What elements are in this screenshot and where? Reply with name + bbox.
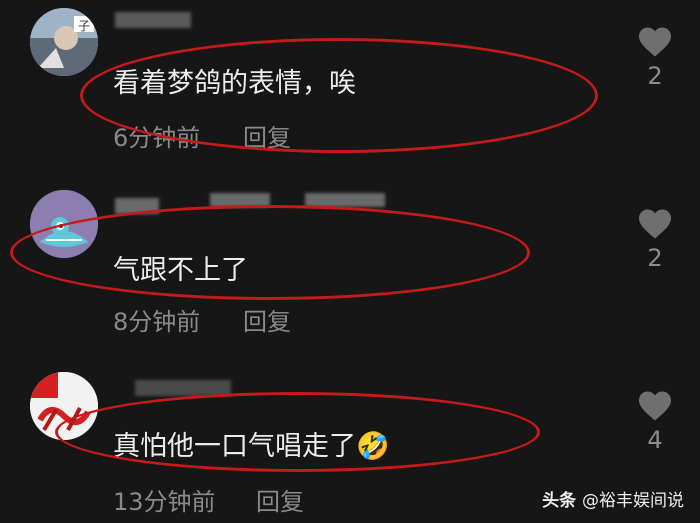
reply-button[interactable]: 回复 (256, 482, 304, 517)
reply-button[interactable]: 回复 (243, 302, 291, 337)
comment-time: 13分钟前 (113, 488, 216, 516)
comment-text: 气跟不上了 (113, 255, 248, 286)
watermark-platform: 头条 (542, 491, 577, 511)
like-button[interactable]: 4 (633, 390, 677, 454)
watermark-account: @裕丰娱间说 (582, 491, 684, 511)
laughing-emoji-icon: 🤣 (356, 431, 390, 462)
avatar[interactable] (30, 190, 98, 258)
heart-icon (639, 27, 671, 57)
username-blurred (135, 380, 231, 396)
username-blurred (210, 193, 270, 207)
username-blurred (115, 198, 159, 214)
avatar[interactable] (30, 372, 98, 440)
comment-text: 看着梦鸽的表情，唉 (113, 68, 356, 99)
like-count: 4 (647, 426, 663, 454)
username-blurred (305, 193, 385, 207)
like-button[interactable]: 2 (633, 26, 677, 90)
comment-text-body: 真怕他一口气唱走了 (113, 431, 356, 462)
avatar[interactable]: 子 (30, 8, 98, 76)
heart-icon (639, 209, 671, 239)
heart-icon (639, 391, 671, 421)
comment-text: 真怕他一口气唱走了🤣 (113, 424, 390, 463)
comment-time: 8分钟前 (113, 308, 201, 336)
like-count: 2 (647, 244, 663, 272)
reply-button[interactable]: 回复 (243, 118, 291, 153)
svg-text:子: 子 (78, 19, 90, 33)
watermark: 头条 @裕丰娱间说 (542, 486, 684, 511)
like-button[interactable]: 2 (633, 208, 677, 272)
like-count: 2 (647, 62, 663, 90)
username-blurred (115, 12, 191, 28)
comment-time: 6分钟前 (113, 124, 201, 152)
